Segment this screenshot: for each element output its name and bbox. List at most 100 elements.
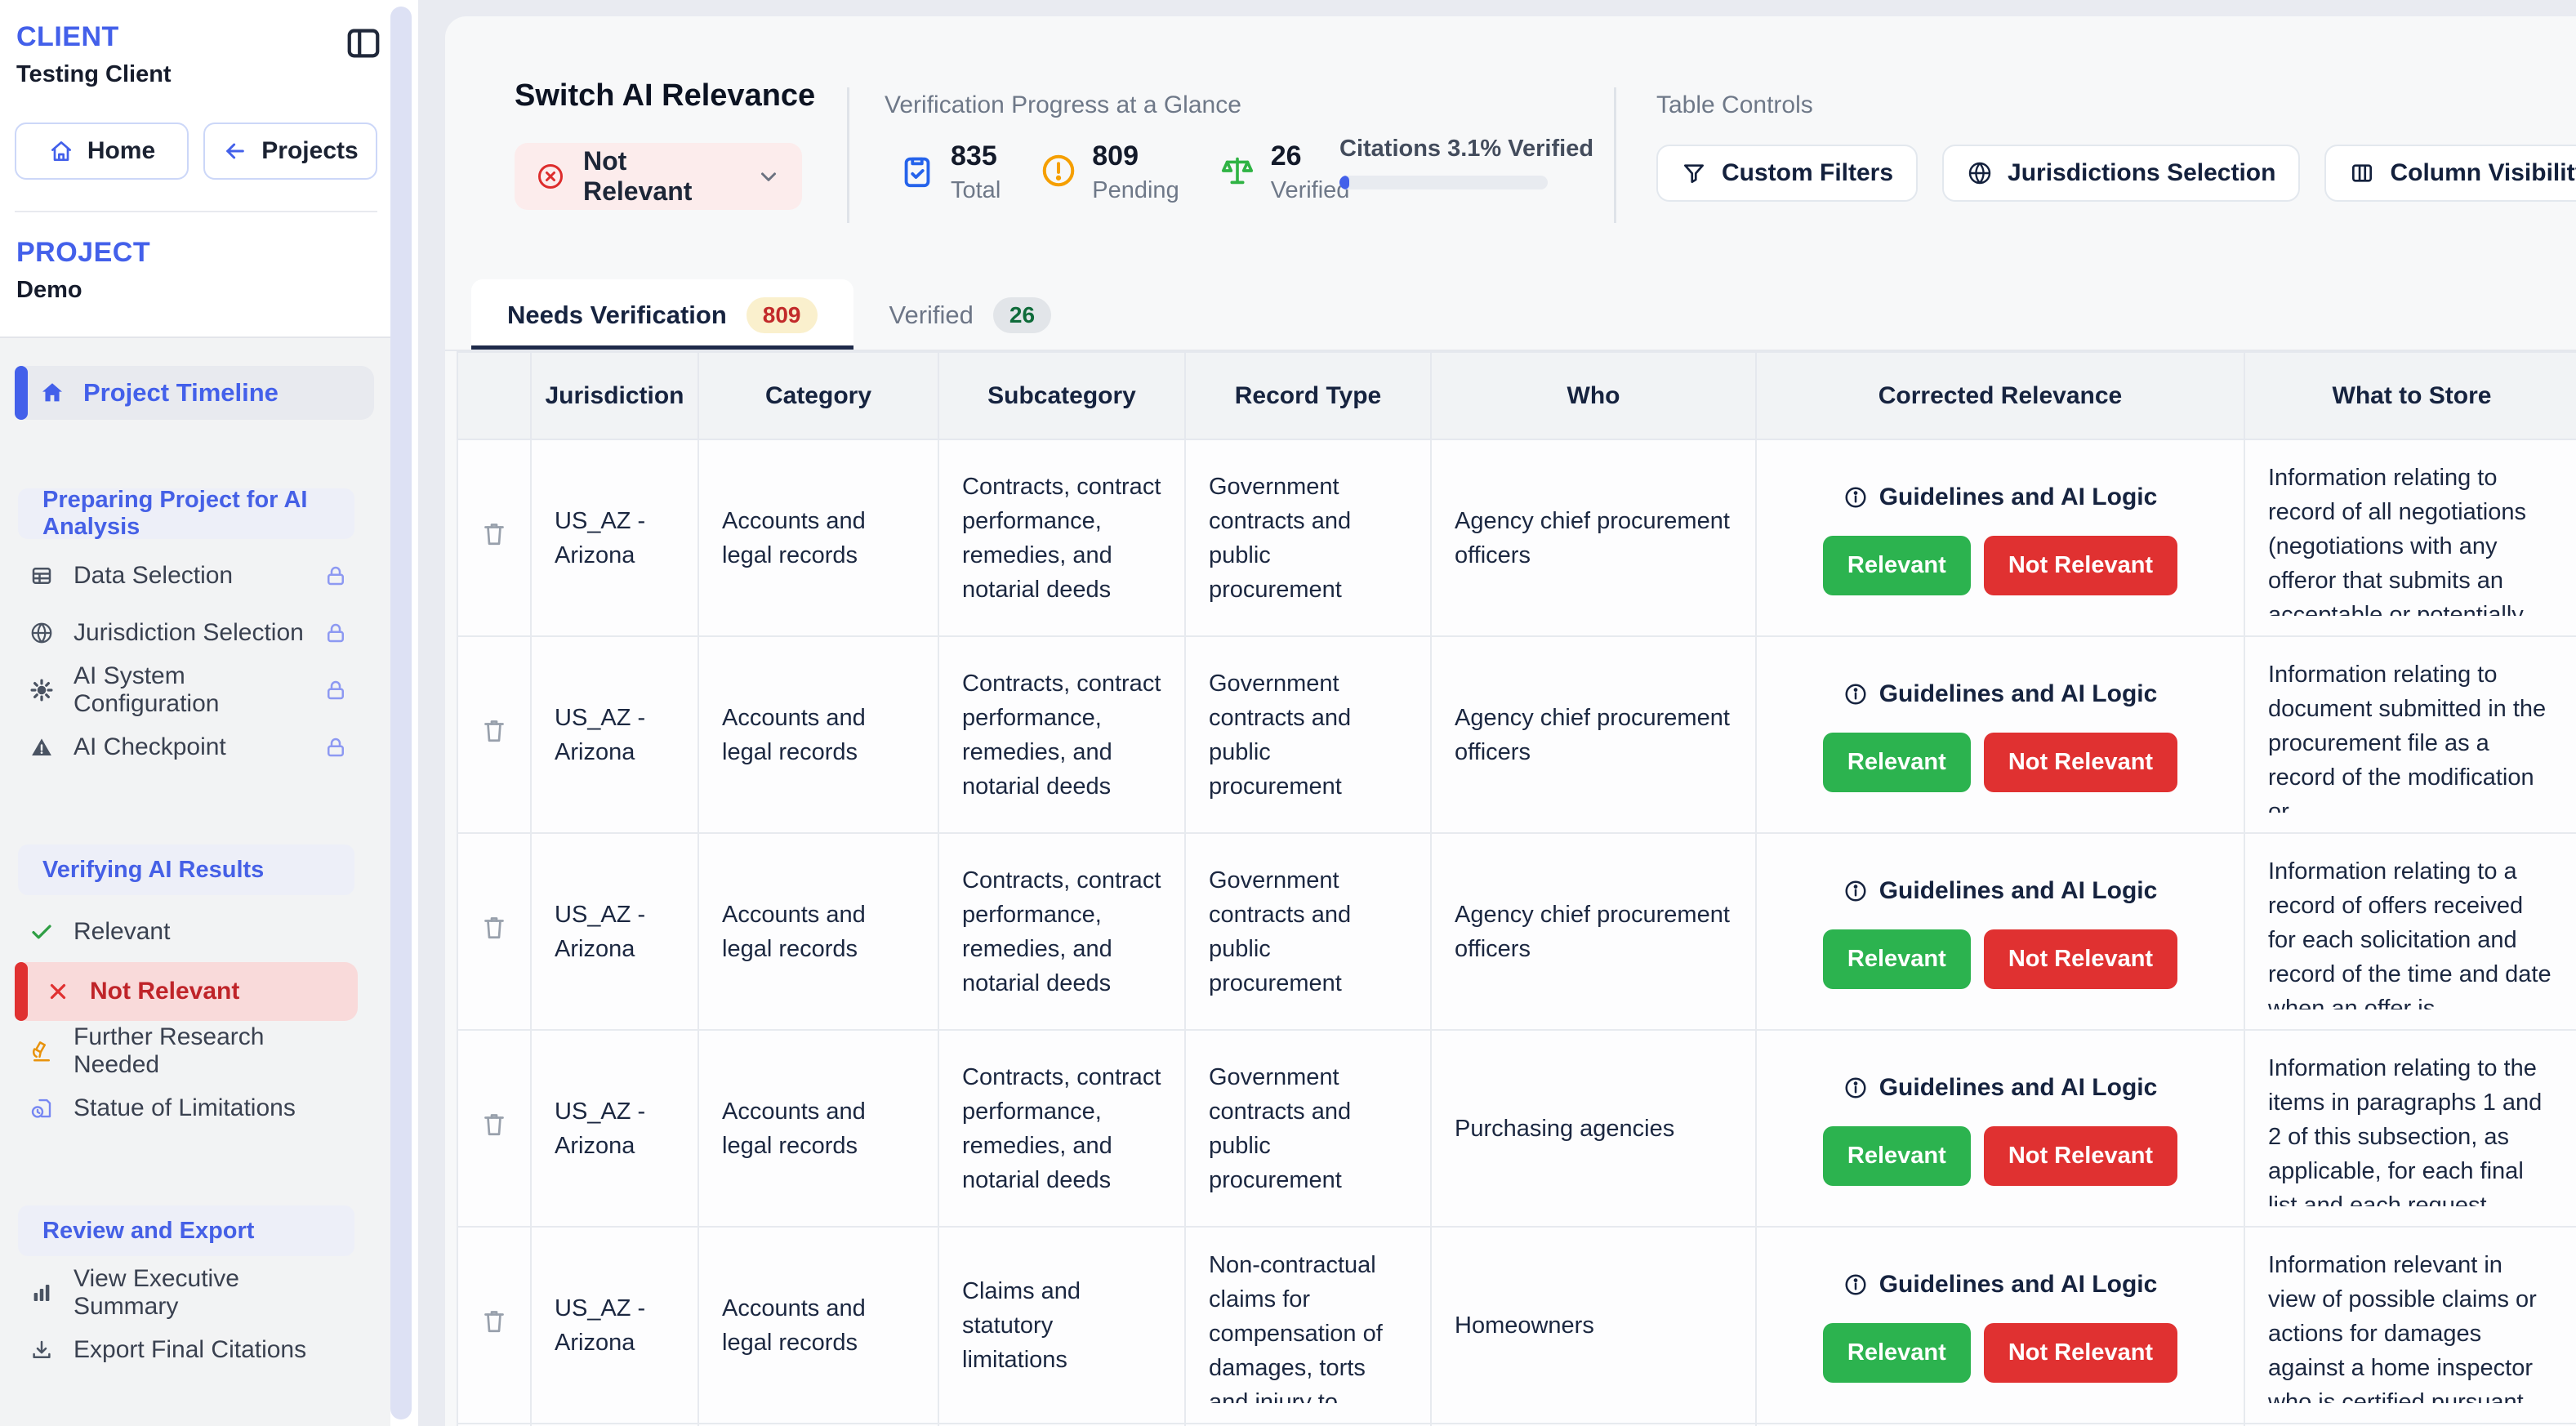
cell-who: Agency chief procurement officers	[1431, 636, 1756, 833]
cell-text: Contracts, contract performance, remedie…	[962, 1060, 1161, 1197]
relevant-button[interactable]: Relevant	[1823, 536, 1971, 595]
citations-progress-fill	[1339, 176, 1349, 189]
progress-stats: 835Total809Pending26Verified	[898, 140, 1349, 204]
sidebar-item-export-final-citations[interactable]: Export Final Citations	[0, 1321, 390, 1379]
cell-text: US_AZ - Arizona	[555, 1094, 675, 1163]
progress-title: Verification Progress at a Glance	[885, 91, 1241, 119]
projects-button[interactable]: Projects	[203, 123, 377, 180]
table-controls-title: Table Controls	[1656, 91, 1813, 119]
cell-category: Accounts and legal records	[698, 1227, 938, 1424]
cell-record-type: Government contracts and public procurem…	[1185, 1030, 1431, 1227]
relevance-dropdown-value: Not Relevant	[583, 146, 738, 207]
cell-subcategory: Contracts, contract performance, remedie…	[938, 1030, 1185, 1227]
not-relevant-button[interactable]: Not Relevant	[1984, 929, 2177, 989]
custom-filters-button[interactable]: Custom Filters	[1656, 145, 1918, 202]
cell-text: Homeowners	[1455, 1308, 1732, 1343]
check-icon	[29, 920, 54, 944]
sidebar-scrollbar[interactable]	[390, 7, 412, 1419]
column-header-record-type: Record Type	[1185, 352, 1431, 439]
warning-icon	[29, 735, 54, 760]
stat-value: 809	[1092, 140, 1179, 172]
cell-text: Accounts and legal records	[722, 1291, 915, 1360]
table-row: US_AZ - Arizona Accounts and legal record…	[457, 833, 2576, 1030]
sidebar-item-not-relevant[interactable]: Not Relevant	[15, 962, 358, 1021]
cell-jurisdiction: US_AZ - Arizona	[531, 833, 698, 1030]
sidebar-item-label: Relevant	[74, 918, 170, 946]
sidebar-section-label: Review and Export	[18, 1205, 354, 1256]
delete-cell	[457, 636, 531, 833]
cell-corrected-relevance: Guidelines and AI Logic RelevantNot Relev…	[1756, 833, 2244, 1030]
info-icon	[1843, 1076, 1868, 1100]
home-button[interactable]: Home	[15, 123, 189, 180]
sidebar-item-relevant[interactable]: Relevant	[0, 903, 390, 960]
info-icon	[1843, 682, 1868, 706]
citations-label: Citations 3.1% Verified	[1339, 136, 1552, 163]
switch-relevance-title: Switch AI Relevance	[515, 78, 815, 114]
sidebar-item-project-timeline[interactable]: Project Timeline	[15, 366, 374, 420]
cell-jurisdiction: US_AZ - Arizona	[531, 439, 698, 636]
guidelines-link[interactable]: Guidelines and AI Logic	[1765, 677, 2235, 711]
info-icon	[1843, 1272, 1868, 1297]
cell-text: Government contracts and public procurem…	[1209, 666, 1407, 804]
cell-text: Government contracts and public procurem…	[1209, 470, 1407, 607]
trash-icon[interactable]	[479, 519, 509, 548]
delete-cell	[457, 833, 531, 1030]
relevant-button[interactable]: Relevant	[1823, 733, 1971, 792]
guidelines-label: Guidelines and AI Logic	[1879, 1071, 2158, 1105]
guidelines-link[interactable]: Guidelines and AI Logic	[1765, 1268, 2235, 1302]
not-relevant-button[interactable]: Not Relevant	[1984, 536, 2177, 595]
tab-needs-verification[interactable]: Needs Verification809	[471, 279, 853, 351]
cell-category: Accounts and legal records	[698, 1030, 938, 1227]
guidelines-label: Guidelines and AI Logic	[1879, 874, 2158, 908]
sidebar-item-further-research-needed[interactable]: Further Research Needed	[0, 1023, 390, 1080]
scales-icon	[1219, 152, 1256, 189]
projects-button-label: Projects	[261, 137, 358, 165]
cell-text: Agency chief procurement officers	[1455, 504, 1732, 573]
tab-verified[interactable]: Verified26	[853, 279, 1088, 351]
citations-table-wrap: JurisdictionCategorySubcategoryRecord Ty…	[457, 351, 2576, 1426]
globe-icon	[1967, 160, 1993, 186]
cell-text: Contracts, contract performance, remedie…	[962, 470, 1161, 607]
sidebar-item-ai-checkpoint[interactable]: AI Checkpoint	[0, 719, 390, 776]
guidelines-link[interactable]: Guidelines and AI Logic	[1765, 1071, 2235, 1105]
cell-text: Accounts and legal records	[722, 898, 915, 966]
cell-text: Information relevant in view of possible…	[2268, 1248, 2556, 1403]
trash-icon[interactable]	[479, 1306, 509, 1335]
home-button-label: Home	[87, 137, 155, 165]
relevant-button[interactable]: Relevant	[1823, 929, 1971, 989]
trash-icon[interactable]	[479, 715, 509, 745]
tab-label: Needs Verification	[507, 301, 727, 330]
table-row: US_AZ - Arizona Accounts and legal record…	[457, 1030, 2576, 1227]
relevant-button[interactable]: Relevant	[1823, 1126, 1971, 1186]
not-relevant-button[interactable]: Not Relevant	[1984, 1323, 2177, 1383]
stat-total: 835Total	[898, 140, 1001, 204]
divider	[1614, 87, 1616, 223]
sidebar-toggle-icon[interactable]	[345, 25, 382, 62]
sidebar-item-jurisdiction-selection[interactable]: Jurisdiction Selection	[0, 604, 390, 662]
column-header-corrected-relevance: Corrected Relevance	[1756, 352, 2244, 439]
sidebar-item-view-executive-summary[interactable]: View Executive Summary	[0, 1264, 390, 1321]
trash-icon[interactable]	[479, 912, 509, 942]
relevance-dropdown[interactable]: Not Relevant	[515, 143, 802, 210]
trash-icon[interactable]	[479, 1109, 509, 1139]
relevant-button[interactable]: Relevant	[1823, 1323, 1971, 1383]
table-row: US_AZ - ArizonaAccounts and legal record…	[457, 636, 2576, 833]
tab-bar: Needs Verification809Verified26	[471, 279, 1087, 351]
download-icon	[29, 1338, 54, 1362]
sidebar-item-data-selection[interactable]: Data Selection	[0, 547, 390, 604]
guidelines-link[interactable]: Guidelines and AI Logic	[1765, 480, 2235, 515]
delete-cell	[457, 1030, 531, 1227]
panel-header: Switch AI Relevance Not Relevant Verific…	[445, 16, 2576, 279]
not-relevant-button[interactable]: Not Relevant	[1984, 733, 2177, 792]
column-visibility-button[interactable]: Column Visibility	[2324, 145, 2576, 202]
not-relevant-button[interactable]: Not Relevant	[1984, 1126, 2177, 1186]
sidebar-item-label: Statue of Limitations	[74, 1094, 296, 1122]
sidebar-item-label: Export Final Citations	[74, 1336, 306, 1364]
guidelines-link[interactable]: Guidelines and AI Logic	[1765, 874, 2235, 908]
sidebar-item-ai-system-configuration[interactable]: AI System Configuration	[0, 662, 390, 719]
sidebar-item-statue-of-limitations[interactable]: Statue of Limitations	[0, 1080, 390, 1137]
stat-value: 26	[1271, 140, 1350, 172]
cell-what-to-store: Information relating to document submitt…	[2244, 636, 2576, 833]
column-header-jurisdiction: Jurisdiction	[531, 352, 698, 439]
jurisdictions-selection-button[interactable]: Jurisdictions Selection	[1942, 145, 2300, 202]
